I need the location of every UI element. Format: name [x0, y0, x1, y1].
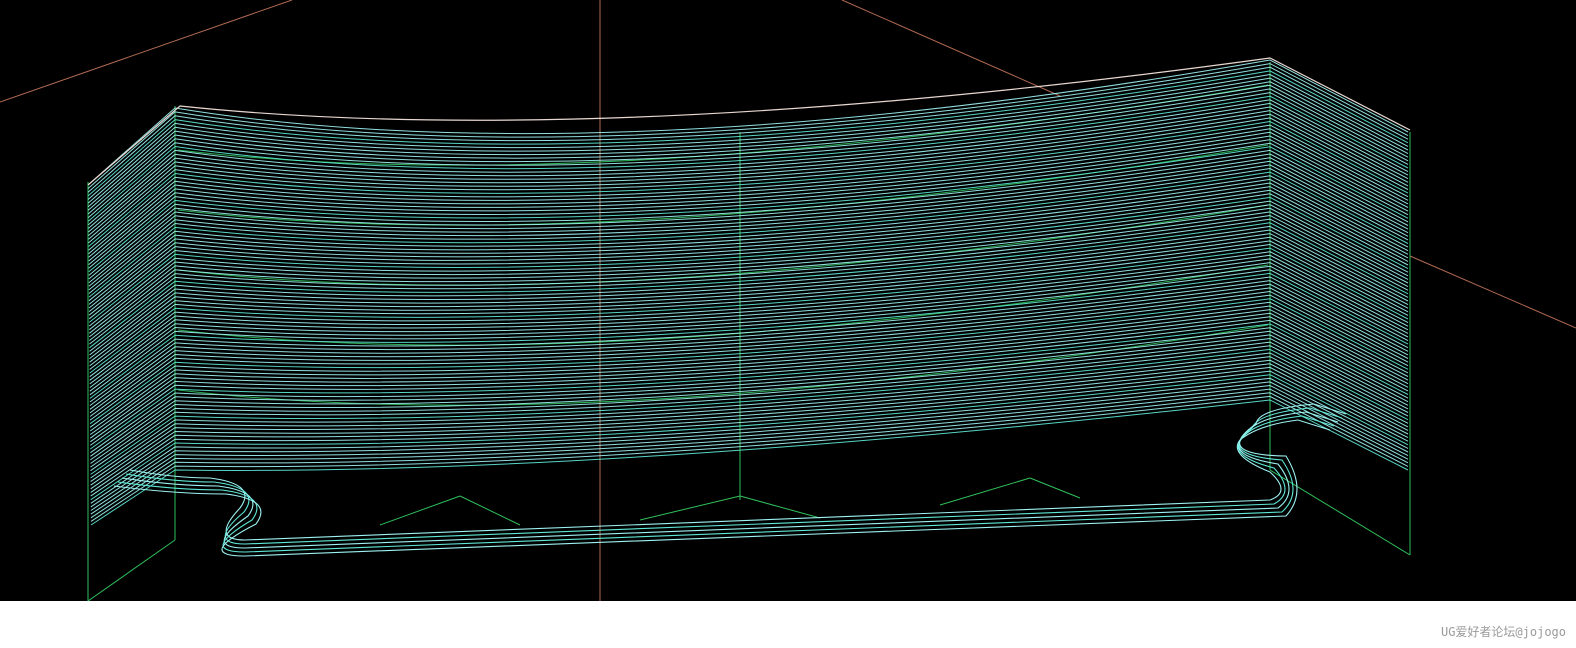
- boundary-edge: [1269, 469, 1411, 556]
- boundary-edge: [639, 495, 741, 521]
- cleanup-loop: [121, 411, 1339, 549]
- boundary-edge: [939, 477, 1031, 506]
- boundary-edge: [459, 495, 521, 526]
- boundary-edge: [379, 495, 461, 526]
- cad-graphics-viewport[interactable]: [0, 0, 1576, 601]
- cleanup-loop: [129, 419, 1331, 541]
- datum-axis-line: [1409, 255, 1576, 329]
- toolpath-pass-lines: [87, 57, 1411, 526]
- boundary-edge: [739, 495, 821, 519]
- forum-watermark: UG爱好者论坛@jojogo: [1440, 625, 1566, 639]
- datum-axes: [0, 0, 1576, 601]
- datum-axis-line: [0, 0, 293, 103]
- datum-axis-line: [841, 0, 1061, 97]
- toolpath-pass: [87, 59, 1409, 186]
- cleanup-loop: [125, 415, 1335, 545]
- boundary-edge: [87, 539, 176, 601]
- image-footer: UG爱好者论坛@jojogo: [0, 601, 1576, 648]
- toolpath-render: [0, 0, 1576, 601]
- boundary-edge: [1029, 477, 1081, 499]
